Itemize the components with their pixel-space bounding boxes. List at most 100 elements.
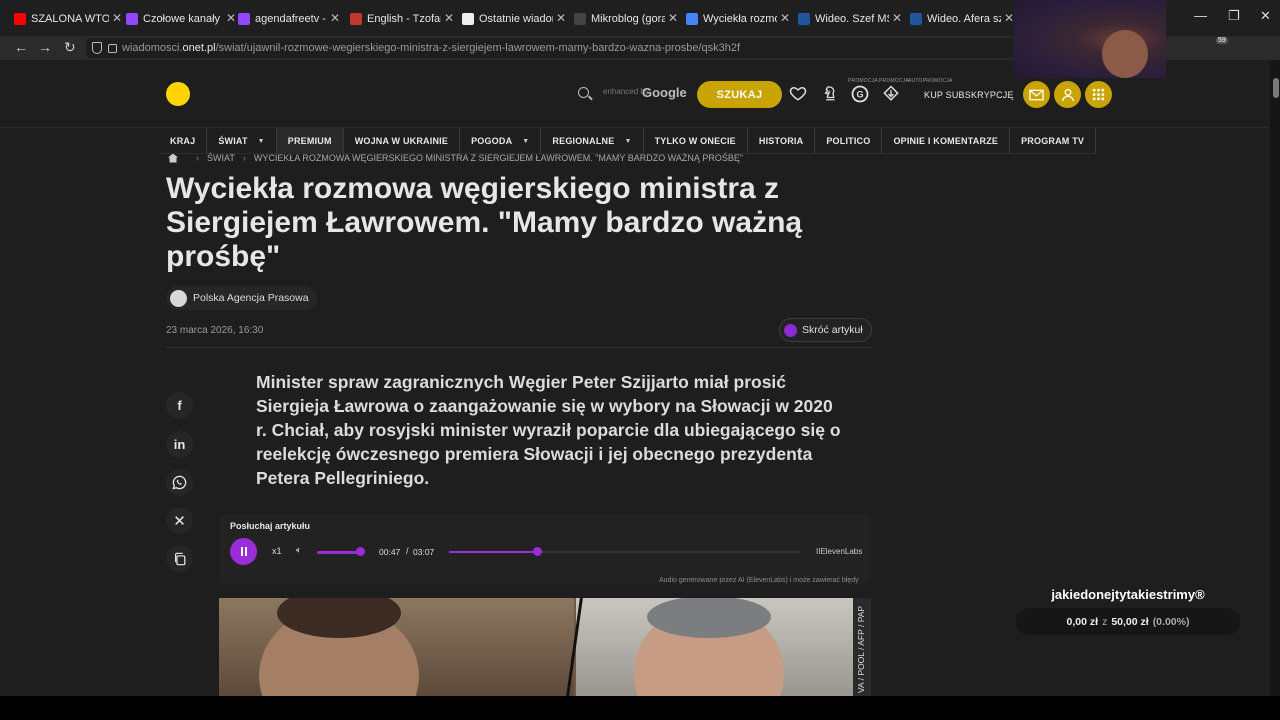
browser-tab[interactable]: Wideo. Szef MSZ✕ <box>798 8 902 30</box>
chess-knight-icon[interactable] <box>821 84 841 104</box>
close-tab-icon[interactable]: ✕ <box>223 11 236 25</box>
nav-item[interactable]: POGODA ▼ <box>460 128 542 154</box>
nav-item[interactable]: HISTORIA <box>748 128 816 154</box>
onet-logo[interactable] <box>166 82 190 106</box>
progress-knob[interactable] <box>533 547 542 556</box>
nav-item[interactable]: POLITICO <box>815 128 883 154</box>
close-tab-icon[interactable]: ✕ <box>889 11 902 25</box>
tab-favicon-icon <box>574 13 586 25</box>
progress-fill <box>449 551 537 553</box>
webcam-person <box>1102 30 1148 78</box>
mail-button[interactable] <box>1023 81 1050 108</box>
elevenlabs-logo[interactable]: IIElevenLabs <box>816 547 862 556</box>
author-avatar <box>170 289 187 307</box>
volume-knob[interactable] <box>356 547 365 556</box>
forward-icon[interactable]: → <box>38 39 52 55</box>
close-tab-icon[interactable]: ✕ <box>1001 11 1014 25</box>
speed-button[interactable]: x1 <box>272 546 282 556</box>
close-tab-icon[interactable]: ✕ <box>109 11 122 25</box>
pause-button[interactable] <box>230 538 257 565</box>
nav-item[interactable]: WOJNA W UKRAINIE <box>344 128 461 154</box>
tab-title: Czołowe kanały - <box>143 13 223 25</box>
nav-item[interactable]: KRAJ <box>159 128 208 154</box>
browser-tab[interactable]: Ostatnie wiadom ✕ <box>462 8 566 30</box>
tab-title: Wideo. Afera szpi <box>927 13 1001 25</box>
apps-button[interactable] <box>1085 81 1112 108</box>
browser-tab[interactable]: English - Tzofar -✕ <box>350 8 454 30</box>
subscribe-link[interactable]: KUP SUBSKRYPCJĘ <box>924 90 1014 100</box>
game-promo-icon[interactable]: G <box>850 84 870 104</box>
close-window-icon[interactable]: ✕ <box>1260 8 1271 24</box>
close-tab-icon[interactable]: ✕ <box>327 11 340 25</box>
close-tab-icon[interactable]: ✕ <box>665 11 678 25</box>
minimize-icon[interactable]: — <box>1194 8 1207 23</box>
tab-title: English - Tzofar - <box>367 13 441 25</box>
shield-icon[interactable] <box>92 42 102 54</box>
url-field[interactable]: wiadomosci. onet.pl/swiat/ujawnil-rozmowe… <box>86 38 1016 58</box>
nav-item-label: HISTORIA <box>758 136 804 146</box>
scrollbar[interactable] <box>1270 60 1280 696</box>
nav-item[interactable]: PROGRAM TV <box>1010 128 1097 154</box>
browser-tab[interactable]: SZALONA WTORE✕ <box>14 8 122 30</box>
tab-title: Wideo. Szef MSZ <box>815 13 889 25</box>
tab-title: Ostatnie wiadom <box>479 13 553 25</box>
chevron-right-icon: › <box>242 153 246 163</box>
nav-item-label: PROGRAM TV <box>1021 136 1085 146</box>
time-separator: / <box>406 546 409 556</box>
tab-favicon-icon <box>238 13 250 25</box>
user-icon <box>1061 88 1074 101</box>
photo-credit-text: VA / POOL / AFP / PAP <box>856 605 866 693</box>
browser-tab[interactable]: Mikroblog (gorąc ✕ <box>574 8 678 30</box>
reload-icon[interactable]: ↻ <box>64 39 76 56</box>
browser-tab[interactable]: Wyciekła rozmow✕ <box>686 8 790 30</box>
close-tab-icon[interactable]: ✕ <box>777 11 790 25</box>
breadcrumb-section[interactable]: ŚWIAT <box>207 153 235 163</box>
linkedin-icon[interactable]: in <box>166 431 193 458</box>
chevron-down-icon: ▼ <box>522 137 530 145</box>
tab-title: Wyciekła rozmow <box>703 13 777 25</box>
copy-icon[interactable] <box>166 545 193 572</box>
browser-tab[interactable]: agendafreetv - Tw✕ <box>238 8 340 30</box>
tab-favicon-icon <box>126 13 138 25</box>
gift-promo-icon[interactable] <box>881 84 901 104</box>
back-icon[interactable]: ← <box>14 39 28 55</box>
close-tab-icon[interactable]: ✕ <box>441 11 454 25</box>
shorten-article-button[interactable]: Skróć artykuł <box>779 318 872 342</box>
nav-item-label: OPINIE I KOMENTARZE <box>893 136 999 146</box>
webcam-overlay <box>1014 0 1166 78</box>
close-tab-icon[interactable]: ✕ <box>553 11 566 25</box>
maximize-icon[interactable]: ❐ <box>1228 8 1240 24</box>
x-icon[interactable]: ✕ <box>166 507 193 534</box>
browser-tab[interactable]: Wideo. Afera szpi✕ <box>910 8 1014 30</box>
donation-current: 0,00 zł <box>1066 615 1099 628</box>
facebook-icon[interactable]: f <box>166 392 193 419</box>
nav-item[interactable]: OPINIE I KOMENTARZE <box>882 128 1011 154</box>
heart-icon[interactable] <box>789 84 809 104</box>
nav-item[interactable]: ŚWIAT ▼ <box>207 128 277 154</box>
search-button[interactable]: SZUKAJ <box>697 81 782 108</box>
tab-favicon-icon <box>14 13 26 25</box>
volume-icon[interactable]: 🔈︎ <box>296 545 302 556</box>
breadcrumb-current: WYCIEKŁA ROZMOWA WĘGIERSKIEGO MINISTRA Z… <box>253 153 744 163</box>
scrollbar-thumb[interactable] <box>1273 78 1279 98</box>
lock-icon[interactable] <box>108 44 117 53</box>
main-nav: KRAJ ŚWIAT ▼ PREMIUM WOJNA W UKRAINIE POGODA ▼… <box>159 128 1097 154</box>
nav-item[interactable]: TYLKO W ONECIE <box>644 128 748 154</box>
donation-percent: (0.00%) <box>1152 615 1190 628</box>
volume-slider[interactable] <box>317 551 359 554</box>
nav-item[interactable]: PREMIUM <box>276 128 344 154</box>
donation-goal: 50,00 zł <box>1111 615 1149 628</box>
account-button[interactable] <box>1054 81 1081 108</box>
tab-favicon-icon <box>798 13 810 25</box>
chevron-down-icon: ▼ <box>624 137 632 145</box>
nav-item-label: ŚWIAT <box>218 136 248 146</box>
home-icon[interactable] <box>168 153 178 163</box>
browser-tab[interactable]: Czołowe kanały - ✕ <box>126 8 236 30</box>
nav-item[interactable]: REGIONALNE ▼ <box>541 128 644 154</box>
whatsapp-icon[interactable] <box>166 469 193 496</box>
chevron-right-icon: › <box>196 153 199 163</box>
author-chip[interactable]: Polska Agencja Prasowa <box>166 286 317 310</box>
grid-icon <box>1092 88 1105 101</box>
author-name: Polska Agencja Prasowa <box>193 292 309 304</box>
extension-badge: 59 <box>1216 37 1228 44</box>
